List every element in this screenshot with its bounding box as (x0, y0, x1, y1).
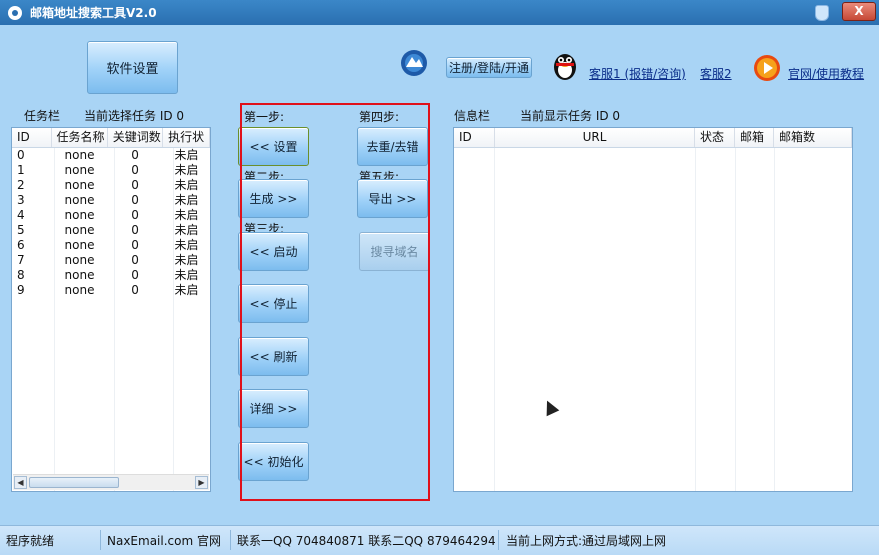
column-header[interactable]: 邮箱 (735, 128, 774, 147)
scroll-thumb[interactable] (29, 477, 119, 488)
table-row[interactable]: 6 none 0 未启 (12, 238, 210, 253)
table-cell: 0 (131, 223, 139, 237)
column-header[interactable]: 关键词数 (108, 128, 164, 147)
task-rows: 0 none 0 未启 1 none 0 未启 2 none 0 未启 3 none 0 未启 4 none 0 未启… (12, 148, 210, 298)
table-cell: 2 (17, 178, 25, 192)
app-icon (8, 5, 22, 20)
task-list[interactable]: ID 任务名称 关键词数 执行状 0 none 0 未启 1 none 0 未启 2 none 0 未… (11, 127, 211, 492)
table-cell: 0 (131, 268, 139, 282)
close-button[interactable]: X (842, 2, 876, 21)
table-cell: none (64, 268, 95, 282)
column-header[interactable]: 状态 (695, 128, 735, 147)
table-cell: 未启 (174, 283, 199, 297)
table-row[interactable]: 5 none 0 未启 (12, 223, 210, 238)
scroll-left-icon[interactable]: ◀ (14, 476, 27, 489)
table-cell: none (64, 148, 95, 162)
table-cell: 未启 (174, 193, 199, 207)
status-site: NaxEmail.com 官网 (107, 534, 221, 548)
pin-icon[interactable] (815, 5, 829, 21)
table-row[interactable]: 1 none 0 未启 (12, 163, 210, 178)
table-cell: 9 (17, 283, 25, 297)
status-contact: 联系一QQ 704840871 联系二QQ 879464294 (237, 534, 496, 548)
software-settings-button[interactable]: 软件设置 (87, 41, 178, 94)
table-cell: 0 (131, 253, 139, 267)
column-header[interactable]: ID (454, 128, 495, 147)
status-ready: 程序就绪 (6, 534, 55, 548)
table-cell: none (64, 208, 95, 222)
table-cell: 未启 (174, 238, 199, 252)
table-cell: 4 (17, 208, 25, 222)
table-row[interactable]: 0 none 0 未启 (12, 148, 210, 163)
table-row[interactable]: 3 none 0 未启 (12, 193, 210, 208)
table-cell: 未启 (174, 163, 199, 177)
column-header[interactable]: 邮箱数 (774, 128, 852, 147)
column-header[interactable]: 执行状 (163, 128, 210, 147)
table-cell: none (64, 193, 95, 207)
table-cell: 0 (131, 238, 139, 252)
table-row[interactable]: 8 none 0 未启 (12, 268, 210, 283)
table-cell: 6 (17, 238, 25, 252)
table-row[interactable]: 9 none 0 未启 (12, 283, 210, 298)
table-cell: 0 (131, 163, 139, 177)
table-cell: 5 (17, 223, 25, 237)
column-header[interactable]: URL (495, 128, 695, 147)
table-cell: 7 (17, 253, 25, 267)
table-cell: none (64, 238, 95, 252)
task-panel-title: 任务栏 (24, 109, 61, 123)
support2-link[interactable]: 客服2 (700, 65, 732, 82)
scroll-right-icon[interactable]: ▶ (195, 476, 208, 489)
table-cell: 3 (17, 193, 25, 207)
table-cell: none (64, 283, 95, 297)
status-bar: 程序就绪 NaxEmail.com 官网 联系一QQ 704840871 联系二… (0, 525, 879, 555)
current-task-label: 当前选择任务 ID 0 (84, 109, 185, 123)
website-tutorial-link[interactable]: 官网/使用教程 (788, 65, 864, 82)
table-cell: 8 (17, 268, 25, 282)
table-cell: 未启 (174, 268, 199, 282)
info-list-header: ID URL 状态 邮箱 邮箱数 (454, 128, 852, 148)
table-cell: none (64, 178, 95, 192)
table-row[interactable]: 7 none 0 未启 (12, 253, 210, 268)
table-cell: 0 (131, 193, 139, 207)
highlight-box (240, 103, 430, 501)
qq-penguin-icon (554, 54, 576, 80)
table-cell: 未启 (174, 148, 199, 162)
register-login-button[interactable]: 注册/登陆/开通 (446, 57, 532, 78)
info-list[interactable]: ID URL 状态 邮箱 邮箱数 (453, 127, 853, 492)
main-client-area: 软件设置 注册/登陆/开通 客服1 (报错/咨询) 客服2 官网/使用教程 任务… (0, 25, 879, 525)
globe-icon[interactable] (400, 49, 428, 77)
table-cell: 0 (131, 208, 139, 222)
table-cell: 1 (17, 163, 25, 177)
table-cell: 0 (131, 178, 139, 192)
table-cell: 0 (17, 148, 25, 162)
table-cell: 0 (131, 283, 139, 297)
table-cell: none (64, 223, 95, 237)
support1-link[interactable]: 客服1 (报错/咨询) (589, 65, 686, 82)
column-header[interactable]: ID (12, 128, 52, 147)
table-cell: none (64, 253, 95, 267)
table-cell: 0 (131, 148, 139, 162)
play-icon (754, 55, 780, 81)
table-cell: 未启 (174, 253, 199, 267)
column-header[interactable]: 任务名称 (52, 128, 108, 147)
table-cell: none (64, 163, 95, 177)
table-cell: 未启 (174, 178, 199, 192)
table-cell: 未启 (174, 223, 199, 237)
table-cell: 未启 (174, 208, 199, 222)
info-panel-title: 信息栏 (454, 109, 491, 123)
horizontal-scrollbar[interactable]: ◀ ▶ (13, 474, 209, 490)
task-list-header: ID 任务名称 关键词数 执行状 (12, 128, 210, 148)
table-row[interactable]: 2 none 0 未启 (12, 178, 210, 193)
current-display-label: 当前显示任务 ID 0 (520, 109, 621, 123)
window-title: 邮箱地址搜索工具V2.0 (30, 6, 157, 20)
status-network: 当前上网方式:通过局域网上网 (506, 534, 667, 548)
title-bar: 邮箱地址搜索工具V2.0 X (0, 0, 879, 25)
table-row[interactable]: 4 none 0 未启 (12, 208, 210, 223)
